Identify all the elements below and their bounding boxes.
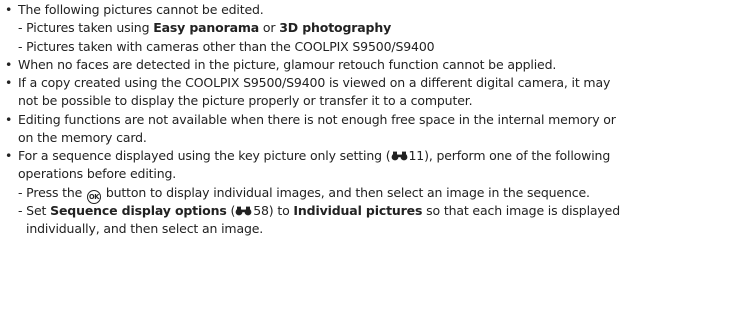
bullet-icon: • — [5, 2, 13, 17]
note-continuation: on the memory card. — [4, 129, 742, 147]
notes-list: • The following pictures cannot be edite… — [4, 1, 742, 238]
bullet-icon: • — [5, 148, 13, 163]
note-continuation: operations before editing. — [4, 165, 742, 183]
bullet-icon: • — [5, 75, 13, 90]
sub-note-text: so that each image is displayed — [422, 202, 620, 218]
note-item: • Editing functions are not available wh… — [4, 111, 742, 129]
note-text: For a sequence displayed using the key p… — [18, 148, 391, 163]
reference-binoculars-icon — [391, 148, 408, 166]
note-item: • The following pictures cannot be edite… — [4, 1, 742, 19]
page-reference[interactable]: 11 — [409, 148, 425, 163]
sub-note-item: - Set Sequence display options (58) to I… — [4, 202, 742, 220]
sub-note-text: - Press the — [18, 184, 87, 200]
note-text: operations before editing. — [18, 166, 177, 182]
sub-note-item: - Press the OK button to display individ… — [4, 184, 742, 204]
term-3d-photography: 3D photography — [279, 20, 392, 36]
page-reference[interactable]: 58 — [253, 203, 269, 218]
sub-note-text: button to display individual images, and… — [102, 184, 590, 200]
sub-note-text: ) to — [268, 202, 294, 218]
sub-note-text: - Pictures taken using — [18, 20, 154, 36]
note-text: The following pictures cannot be edited. — [18, 2, 264, 17]
note-text: not be possible to display the picture p… — [18, 93, 473, 109]
sub-note-continuation: individually, and then select an image. — [4, 220, 742, 238]
sub-note-text: ( — [226, 202, 236, 218]
note-text: When no faces are detected in the pictur… — [18, 56, 557, 72]
note-item: • For a sequence displayed using the key… — [4, 147, 742, 165]
note-item: • If a copy created using the COOLPIX S9… — [4, 74, 742, 92]
sub-note-text: - Set — [18, 202, 51, 218]
bullet-icon: • — [5, 111, 13, 127]
term-sequence-display-options: Sequence display options — [50, 202, 227, 218]
term-easy-panorama: Easy panorama — [153, 20, 260, 36]
term-individual-pictures: Individual pictures — [293, 202, 423, 218]
sub-note-item: - Pictures taken with cameras other than… — [4, 38, 742, 56]
note-text: on the memory card. — [18, 129, 147, 145]
sub-note-text: or — [259, 20, 280, 36]
sub-note-text: individually, and then select an image. — [26, 221, 264, 236]
note-text: If a copy created using the COOLPIX S950… — [18, 75, 611, 90]
note-item: • When no faces are detected in the pict… — [4, 56, 742, 74]
sub-note-text: - Pictures taken with cameras other than… — [18, 38, 435, 54]
note-text: ), perform one of the following — [424, 148, 611, 163]
note-text: Editing functions are not available when… — [18, 111, 616, 127]
bullet-icon: • — [5, 56, 13, 72]
note-continuation: not be possible to display the picture p… — [4, 92, 742, 110]
reference-binoculars-icon — [235, 203, 252, 221]
sub-note-item: - Pictures taken using Easy panorama or … — [4, 19, 742, 37]
